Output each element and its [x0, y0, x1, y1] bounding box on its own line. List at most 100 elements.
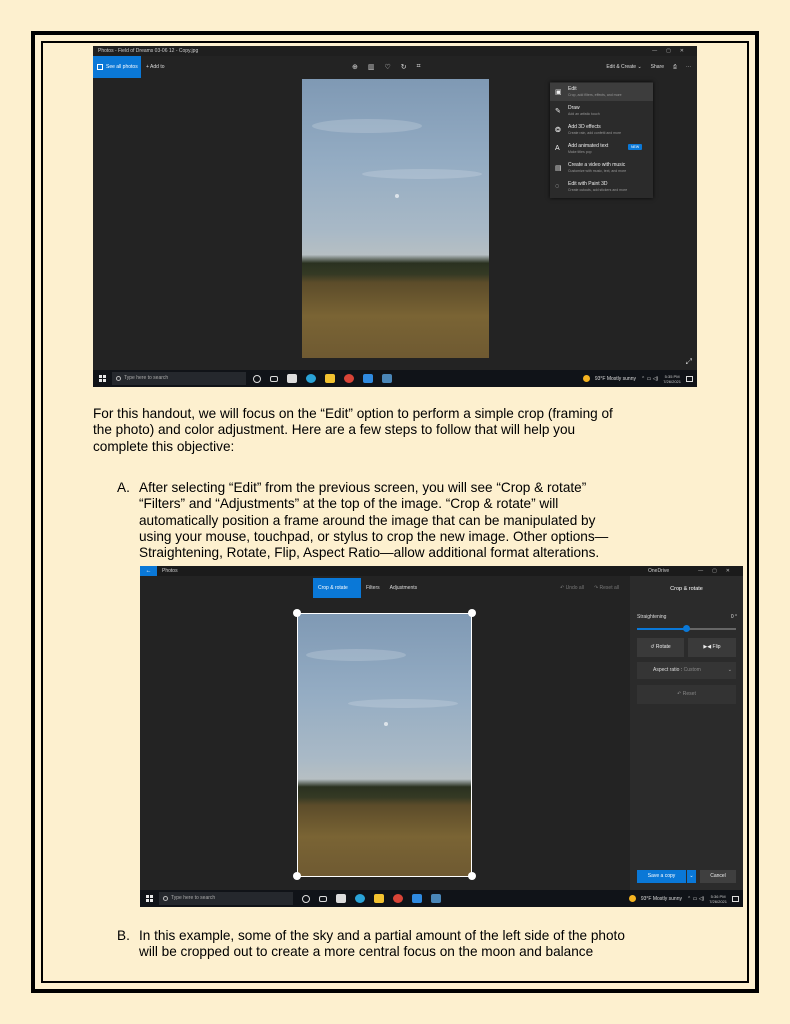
- print-icon[interactable]: ⎙: [673, 56, 677, 78]
- cloud: [306, 649, 406, 661]
- tray-icons[interactable]: ⌃ ▭ ◁): [641, 376, 658, 382]
- tab-adjustments[interactable]: Adjustments: [385, 578, 423, 598]
- windows-start-icon[interactable]: [99, 375, 106, 382]
- expand-icon[interactable]: ⤢: [686, 357, 692, 367]
- intro-line: For this handout, we will focus on the “…: [93, 406, 613, 421]
- rotate-button[interactable]: ↺ Rotate: [637, 638, 684, 657]
- maximize-button[interactable]: ▢: [712, 568, 726, 574]
- photos-taskbar-icon[interactable]: [431, 894, 441, 903]
- landscape-photo: [298, 614, 471, 876]
- cortana-icon[interactable]: [302, 894, 310, 903]
- see-all-photos-button[interactable]: See all photos: [93, 56, 141, 78]
- reset-all-button[interactable]: ↷ Reset all: [594, 578, 619, 598]
- taskbar-apps: [302, 893, 441, 904]
- file-explorer-icon[interactable]: [325, 374, 335, 383]
- add-to-button[interactable]: + Add to: [146, 56, 165, 78]
- window-controls[interactable]: —▢✕: [698, 566, 739, 576]
- task-view-icon[interactable]: [319, 895, 327, 902]
- moon: [384, 722, 388, 726]
- landscape-photo: [302, 79, 489, 358]
- clock[interactable]: 5:36 PM 7/26/2021: [709, 894, 727, 904]
- menu-item-subtitle: Add an artistic touch: [568, 112, 600, 116]
- system-tray: 93°F Mostly sunny ⌃ ▭ ◁) 5:35 PM 7/26/20…: [582, 370, 693, 387]
- minimize-button[interactable]: —: [698, 568, 712, 574]
- save-copy-button[interactable]: Save a copy: [637, 870, 686, 883]
- straightening-slider[interactable]: [637, 625, 736, 632]
- crop-handle-bottom-right[interactable]: [468, 872, 476, 880]
- reset-button[interactable]: ↶ Reset: [637, 685, 736, 704]
- save-options-chevron[interactable]: ⌄: [687, 870, 696, 883]
- close-button[interactable]: ✕: [726, 568, 739, 574]
- back-arrow-icon[interactable]: ←: [140, 566, 157, 576]
- taskbar-search-box[interactable]: Type here to search: [159, 892, 293, 905]
- menu-item-animated-text[interactable]: A Add animated text Make titles pop NEW: [550, 140, 653, 158]
- task-view-icon[interactable]: [270, 375, 278, 382]
- chrome-icon[interactable]: [393, 894, 403, 903]
- edge-icon[interactable]: [355, 894, 365, 903]
- crop-handle-top-right[interactable]: [468, 609, 476, 617]
- store-icon[interactable]: [287, 374, 297, 383]
- maximize-button[interactable]: ▢: [666, 48, 680, 54]
- menu-item-3d-effects[interactable]: ❂ Add 3D effects Create rain, add confet…: [550, 121, 653, 139]
- clock-date: 7/26/2021: [709, 898, 727, 904]
- rotate-icon[interactable]: ↻: [401, 63, 407, 71]
- mail-icon[interactable]: [412, 894, 422, 903]
- step-line: will be cropped out to create a more cen…: [139, 944, 594, 960]
- favorite-icon[interactable]: ♡: [385, 63, 391, 71]
- menu-item-draw[interactable]: ✎ Draw Add an artistic touch: [550, 102, 653, 120]
- crop-icon[interactable]: ⌗: [417, 63, 421, 71]
- menu-item-video[interactable]: ▤ Create a video with music Customize wi…: [550, 159, 653, 177]
- more-button[interactable]: ···: [686, 56, 691, 78]
- flip-button[interactable]: ▶◀ Flip: [688, 638, 736, 657]
- chrome-icon[interactable]: [344, 374, 354, 383]
- slider-knob[interactable]: [683, 625, 690, 632]
- share-button[interactable]: Share: [651, 56, 664, 78]
- minimize-button[interactable]: —: [652, 48, 666, 54]
- file-explorer-icon[interactable]: [374, 894, 384, 903]
- crop-handle-top-left[interactable]: [293, 609, 301, 617]
- edit-create-button[interactable]: Edit & Create ⌄: [606, 56, 641, 78]
- menu-item-paint3d[interactable]: ◌ Edit with Paint 3D Create cutouts, add…: [550, 178, 653, 196]
- weather-text[interactable]: 93°F Mostly sunny: [641, 896, 682, 902]
- window-controls[interactable]: —▢✕: [652, 46, 693, 56]
- step-line: using your mouse, touchpad, or stylus to…: [139, 528, 609, 544]
- tab-crop-rotate[interactable]: Crop & rotate: [313, 578, 361, 598]
- crop-rotate-panel: Crop & rotate Straightening 0 ° ↺ Rotate…: [630, 576, 743, 890]
- tray-icons[interactable]: ⌃ ▭ ◁): [687, 896, 704, 902]
- menu-item-title: Add animated text: [568, 143, 609, 149]
- crop-handle-bottom-left[interactable]: [293, 872, 301, 880]
- undo-all-button[interactable]: ↶ Undo all: [560, 578, 584, 598]
- system-tray: 93°F Mostly sunny ⌃ ▭ ◁) 5:36 PM 7/26/20…: [628, 890, 739, 907]
- menu-item-edit[interactable]: ▣ Edit Crop, add filters, effects, and m…: [550, 83, 653, 101]
- delete-icon[interactable]: ▥: [368, 63, 375, 71]
- 3d-effects-icon: ❂: [555, 127, 561, 134]
- mail-icon[interactable]: [363, 374, 373, 383]
- clock-date: 7/26/2021: [663, 378, 681, 384]
- aspect-ratio-label: Aspect ratio :: [653, 667, 683, 673]
- panel-title: Crop & rotate: [670, 586, 703, 592]
- store-icon[interactable]: [336, 894, 346, 903]
- photos-taskbar-icon[interactable]: [382, 374, 392, 383]
- notification-icon[interactable]: [732, 895, 739, 902]
- menu-item-subtitle: Customize with music, text, and more: [568, 169, 627, 173]
- zoom-icon[interactable]: ⊕: [352, 63, 358, 71]
- taskbar-search-box[interactable]: Type here to search: [112, 372, 246, 385]
- chevron-down-icon: ⌄: [727, 667, 732, 673]
- cortana-icon[interactable]: [253, 374, 261, 383]
- clock[interactable]: 5:35 PM 7/26/2021: [663, 374, 681, 384]
- cancel-button[interactable]: Cancel: [700, 870, 736, 883]
- crop-frame[interactable]: [297, 613, 472, 877]
- menu-item-title: Add 3D effects: [568, 124, 601, 130]
- save-copy-label: Save a copy: [647, 873, 676, 879]
- flip-icon: ▶◀: [703, 644, 713, 650]
- weather-text[interactable]: 93°F Mostly sunny: [595, 376, 636, 382]
- windows-start-icon[interactable]: [146, 895, 153, 902]
- undo-controls: ↶ Undo all ↷ Reset all: [560, 578, 619, 598]
- edge-icon[interactable]: [306, 374, 316, 383]
- notification-icon[interactable]: [686, 375, 693, 382]
- video-icon: ▤: [555, 165, 562, 172]
- onedrive-label[interactable]: OneDrive: [648, 566, 669, 576]
- aspect-ratio-dropdown[interactable]: Aspect ratio : Custom ⌄: [637, 662, 736, 679]
- close-button[interactable]: ✕: [680, 48, 693, 54]
- tab-filters[interactable]: Filters: [361, 578, 385, 598]
